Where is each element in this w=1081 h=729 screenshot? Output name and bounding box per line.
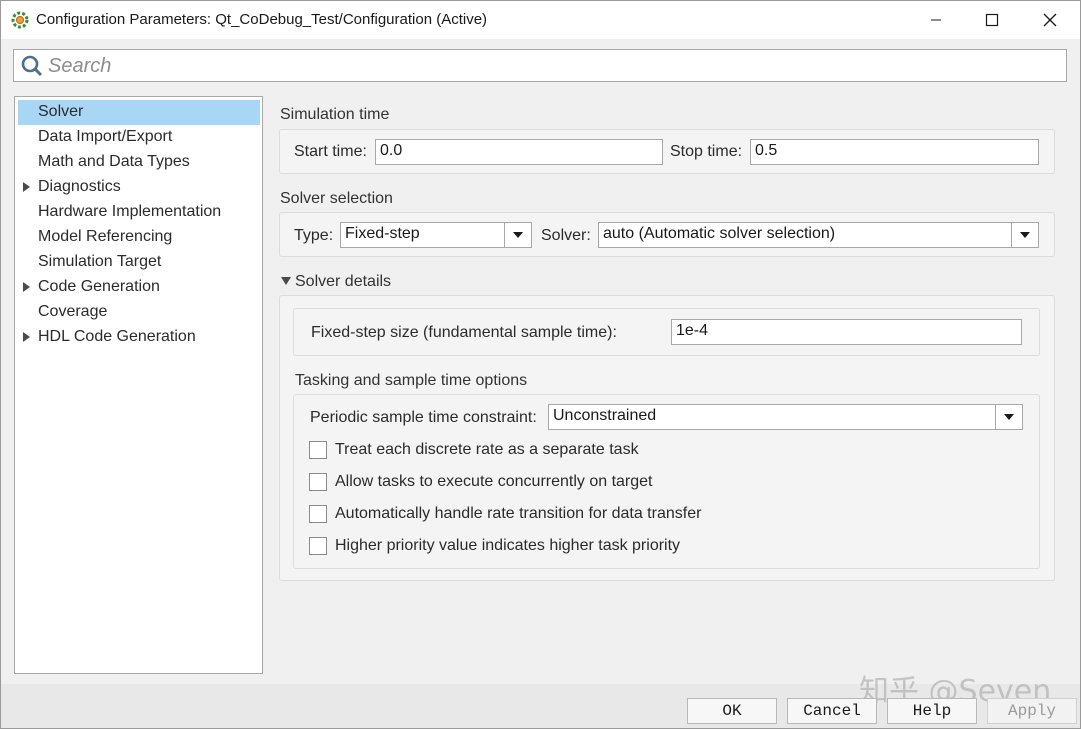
expand-arrow-icon[interactable] bbox=[23, 282, 30, 292]
ok-button[interactable]: OK bbox=[687, 698, 777, 724]
tree-item-label: Code Generation bbox=[38, 278, 160, 295]
category-tree: Solver Data Import/Export Math and Data … bbox=[14, 96, 263, 674]
solver-select[interactable]: auto (Automatic solver selection) bbox=[598, 222, 1039, 248]
sample-time-constraint-select[interactable]: Unconstrained bbox=[548, 404, 1023, 430]
type-select[interactable]: Fixed-step bbox=[340, 222, 532, 248]
maximize-button[interactable] bbox=[963, 1, 1021, 39]
sample-time-constraint-label: Periodic sample time constraint: bbox=[310, 409, 537, 426]
close-button[interactable] bbox=[1021, 1, 1079, 39]
apply-button[interactable]: Apply bbox=[987, 698, 1077, 724]
sample-time-constraint-value: Unconstrained bbox=[553, 407, 657, 424]
gear-icon bbox=[11, 11, 29, 29]
minimize-icon bbox=[931, 19, 941, 21]
concurrent-tasks-checkbox[interactable] bbox=[309, 473, 327, 491]
tree-item-data-import-export[interactable]: Data Import/Export bbox=[18, 125, 260, 150]
tree-item-label: Simulation Target bbox=[38, 253, 162, 270]
help-button[interactable]: Help bbox=[887, 698, 977, 724]
step-size-label: Fixed-step size (fundamental sample time… bbox=[311, 324, 617, 341]
separate-task-checkbox[interactable] bbox=[309, 441, 327, 459]
collapse-arrow-icon[interactable] bbox=[281, 277, 291, 285]
solver-selection-heading: Solver selection bbox=[280, 190, 393, 207]
expand-arrow-icon[interactable] bbox=[23, 182, 30, 192]
chevron-down-icon[interactable] bbox=[1011, 223, 1038, 247]
tree-item-solver[interactable]: Solver bbox=[18, 100, 260, 125]
solver-details-heading[interactable]: Solver details bbox=[295, 273, 391, 291]
checkbox-label: Treat each discrete rate as a separate t… bbox=[335, 441, 639, 458]
tree-item-label: Math and Data Types bbox=[38, 153, 190, 170]
tree-item-label: Hardware Implementation bbox=[38, 203, 222, 220]
step-size-field[interactable]: 1e-4 bbox=[671, 319, 1022, 345]
solver-label: Solver: bbox=[541, 227, 591, 244]
start-time-field[interactable]: 0.0 bbox=[375, 139, 663, 165]
tree-item-label: Model Referencing bbox=[38, 228, 173, 245]
tree-item-simulation-target[interactable]: Simulation Target bbox=[18, 250, 260, 275]
chevron-down-icon[interactable] bbox=[995, 405, 1022, 429]
tree-item-model-referencing[interactable]: Model Referencing bbox=[18, 225, 260, 250]
priority-checkbox[interactable] bbox=[309, 537, 327, 555]
start-time-label: Start time: bbox=[294, 143, 367, 160]
chevron-down-icon[interactable] bbox=[504, 223, 531, 247]
type-select-value: Fixed-step bbox=[345, 225, 420, 242]
configuration-dialog: Configuration Parameters: Qt_CoDebug_Tes… bbox=[0, 0, 1081, 729]
tree-item-hardware-implementation[interactable]: Hardware Implementation bbox=[18, 200, 260, 225]
tree-item-code-generation[interactable]: Code Generation bbox=[18, 275, 260, 300]
minimize-button[interactable] bbox=[907, 1, 965, 39]
tree-item-label: Coverage bbox=[38, 303, 108, 320]
tree-item-coverage[interactable]: Coverage bbox=[18, 300, 260, 325]
tree-item-diagnostics[interactable]: Diagnostics bbox=[18, 175, 260, 200]
tree-item-label: Solver bbox=[38, 103, 84, 120]
stop-time-field[interactable]: 0.5 bbox=[750, 139, 1039, 165]
checkbox-label: Allow tasks to execute concurrently on t… bbox=[335, 473, 653, 490]
search-icon bbox=[21, 55, 43, 77]
close-icon bbox=[1043, 13, 1057, 27]
cancel-button[interactable]: Cancel bbox=[787, 698, 877, 724]
solver-select-value: auto (Automatic solver selection) bbox=[603, 225, 836, 242]
maximize-icon bbox=[985, 13, 999, 27]
search-input[interactable] bbox=[48, 53, 1048, 79]
stop-time-label: Stop time: bbox=[670, 143, 743, 160]
tree-item-math-and-data-types[interactable]: Math and Data Types bbox=[18, 150, 260, 175]
title-bar: Configuration Parameters: Qt_CoDebug_Tes… bbox=[1, 1, 1080, 39]
tree-item-label: Diagnostics bbox=[38, 178, 121, 195]
expand-arrow-icon[interactable] bbox=[23, 332, 30, 342]
simulation-time-heading: Simulation time bbox=[280, 106, 390, 123]
window-title: Configuration Parameters: Qt_CoDebug_Tes… bbox=[36, 11, 488, 28]
type-label: Type: bbox=[294, 227, 334, 244]
search-box[interactable] bbox=[13, 49, 1067, 82]
tree-item-label: Data Import/Export bbox=[38, 128, 173, 145]
tree-item-label: HDL Code Generation bbox=[38, 328, 196, 345]
checkbox-label: Higher priority value indicates higher t… bbox=[335, 537, 681, 554]
rate-transition-checkbox[interactable] bbox=[309, 505, 327, 523]
checkbox-label: Automatically handle rate transition for… bbox=[335, 505, 702, 522]
tree-item-hdl-code-generation[interactable]: HDL Code Generation bbox=[18, 325, 260, 350]
tasking-heading: Tasking and sample time options bbox=[295, 372, 528, 389]
